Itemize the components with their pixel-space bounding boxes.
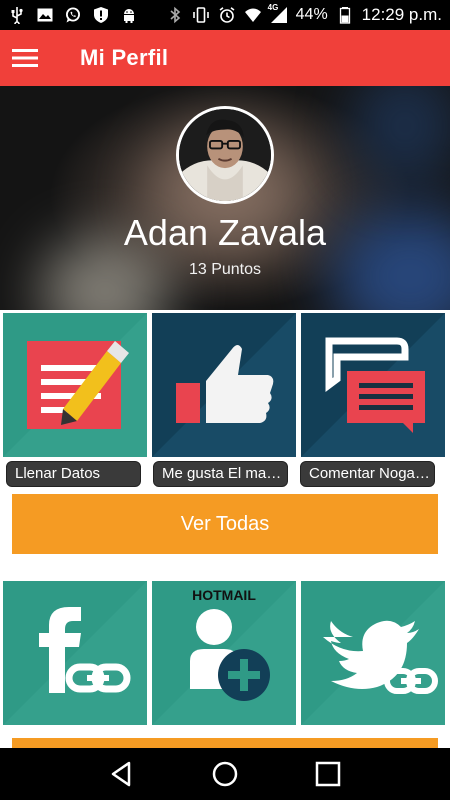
back-icon [111,761,130,787]
usb-icon [8,6,26,24]
tile-comment[interactable] [301,313,445,457]
twitter-link-icon [301,581,445,725]
vibrate-icon [192,6,210,24]
tile-label-like[interactable]: Me gusta El ma… [153,461,288,487]
recents-icon [316,761,341,787]
user-name: Adan Zavala [123,212,327,253]
tile-like[interactable] [152,313,296,457]
signal-icon: 4G [267,3,288,24]
home-button[interactable] [205,754,245,794]
alert-shield-icon [92,6,110,24]
alarm-icon [218,6,236,24]
user-photo [179,109,271,201]
comment-icon [301,313,445,457]
facebook-link-icon [3,581,147,725]
social-tiles: HOTMAIL [3,581,445,725]
page-title: Mi Perfil [80,45,169,70]
wifi-icon [244,6,262,24]
see-all-button[interactable]: Ver Todas [12,494,438,554]
tile-hotmail-add[interactable]: HOTMAIL [152,581,296,725]
battery-percent: 44% [295,6,328,23]
recents-button[interactable] [308,754,348,794]
tile-fill-data[interactable] [3,313,147,457]
gallery-icon [36,6,54,24]
screen: 4G 44% 12:29 p.m. Mi Perfil Adan Zavala … [0,0,450,800]
back-button[interactable] [102,754,142,794]
status-bar: 4G 44% 12:29 p.m. [0,0,450,30]
battery-icon [336,6,354,24]
tile-label-fill-data[interactable]: Llenar Datos [6,461,141,487]
navigation-bar [0,748,450,800]
bluetooth-icon [166,6,184,24]
tile-facebook-link[interactable] [3,581,147,725]
tile-labels: Llenar Datos Me gusta El ma… Comentar No… [6,461,435,487]
whatsapp-icon [64,6,82,24]
profile-header: Adan Zavala 13 Puntos [0,86,450,310]
android-icon [120,6,138,24]
challenge-tiles [3,313,445,457]
hamburger-icon [12,49,38,67]
thumbs-up-icon [152,313,296,457]
network-type-label: 4G [267,3,279,12]
background-blur-dark [350,86,450,186]
avatar[interactable] [176,106,274,204]
edit-form-icon [3,313,147,457]
home-icon [212,761,238,787]
menu-button[interactable] [0,30,50,86]
app-bar: Mi Perfil [0,30,450,86]
clock: 12:29 p.m. [361,5,442,24]
tile-twitter-link[interactable] [301,581,445,725]
hotmail-caption: HOTMAIL [192,587,256,603]
user-points: 13 Puntos [188,261,262,278]
tile-label-comment[interactable]: Comentar Noga… [300,461,435,487]
